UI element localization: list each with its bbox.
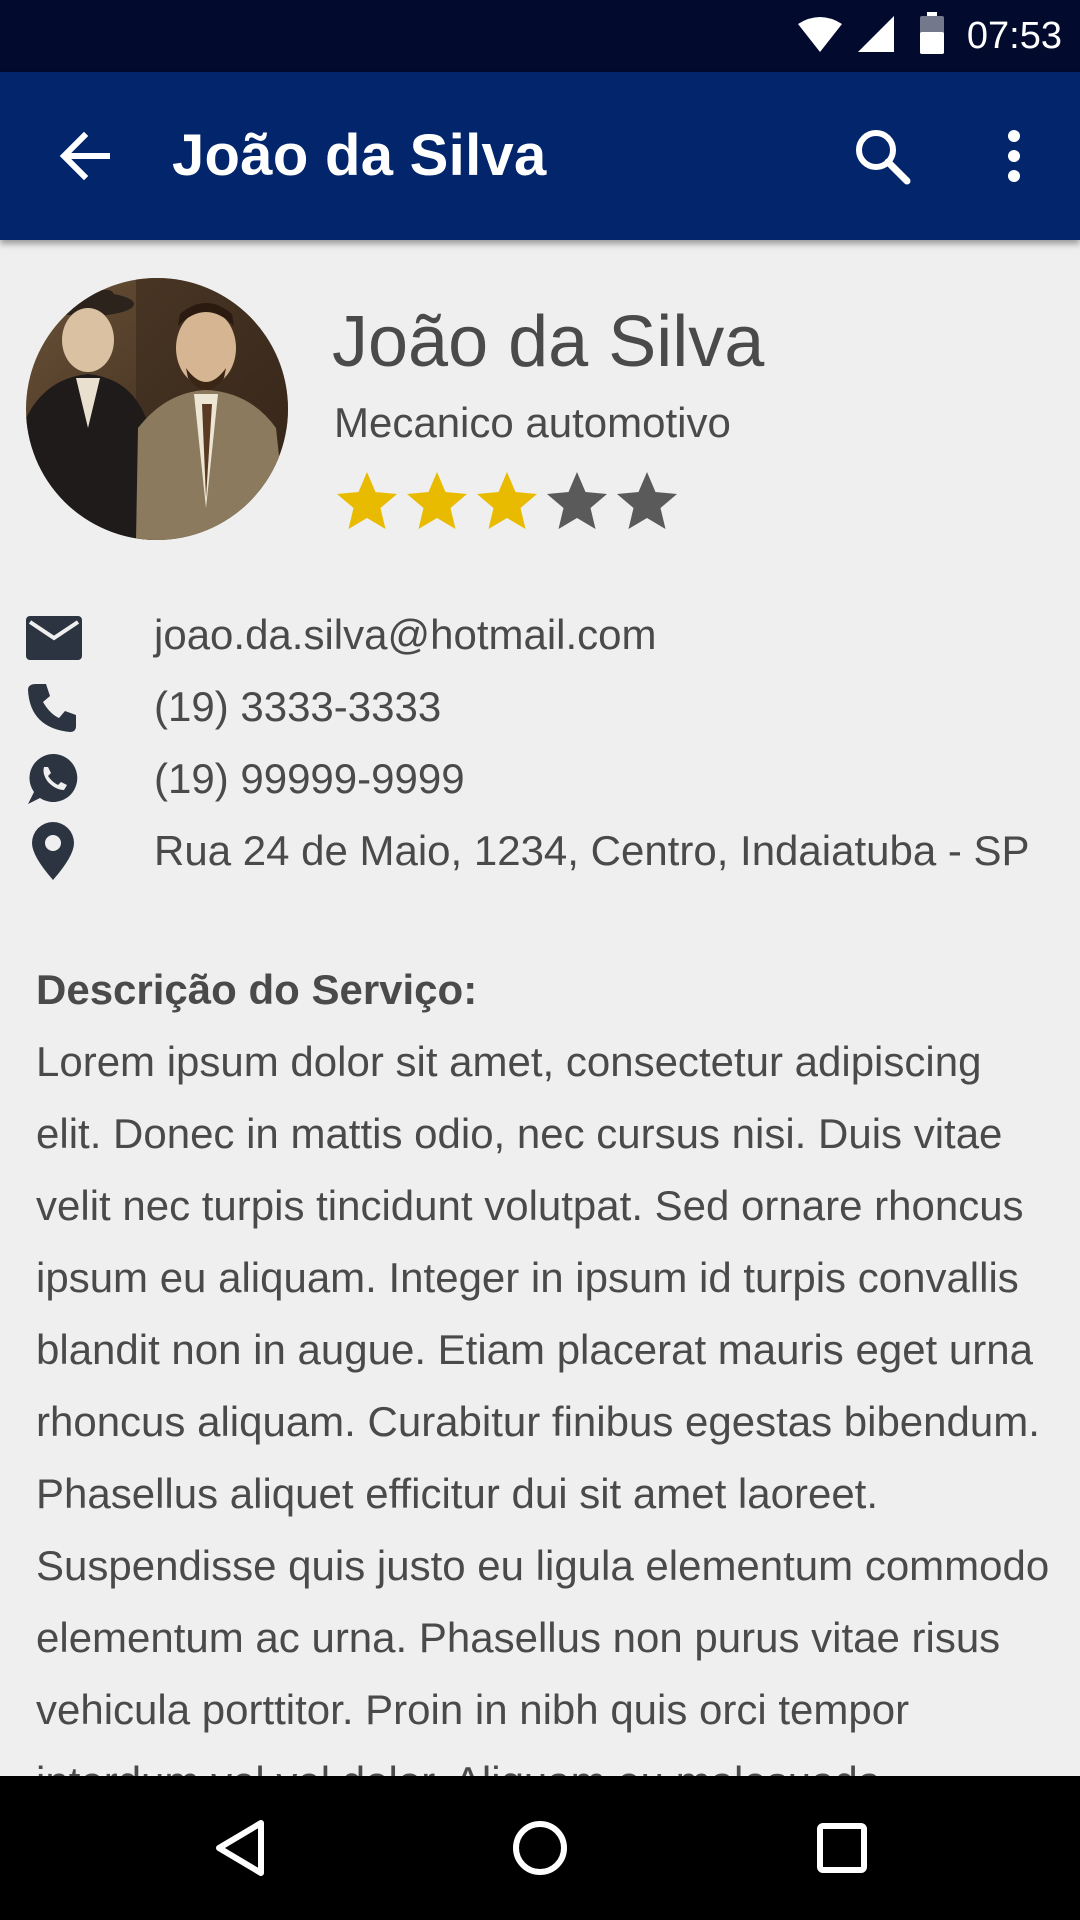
contact-email-row[interactable]: joao.da.silva@hotmail.com <box>0 600 1080 672</box>
profile-content[interactable]: João da Silva Mecanico automotivo joao.d… <box>0 240 1080 1776</box>
contact-phone-row[interactable]: (19) 3333-3333 <box>0 672 1080 744</box>
system-nav-bar <box>0 1776 1080 1920</box>
email-icon <box>26 616 82 660</box>
star-empty-icon <box>547 472 607 529</box>
recents-square-icon <box>817 1823 867 1873</box>
contact-email[interactable]: joao.da.silva@hotmail.com <box>154 610 657 660</box>
status-time: 07:53 <box>966 15 1062 57</box>
nav-recents-button[interactable] <box>752 1776 932 1920</box>
nav-home-button[interactable] <box>450 1776 630 1920</box>
star-empty-icon <box>617 472 677 529</box>
description-body: Lorem ipsum dolor sit amet, consectetur … <box>36 1038 1050 1776</box>
signal-icon <box>858 16 894 52</box>
avatar <box>26 278 288 540</box>
description-title: Descrição do Serviço: <box>36 966 478 1013</box>
contact-address-row[interactable]: Rua 24 de Maio, 1234, Centro, Indaiatuba… <box>0 816 1080 888</box>
contact-address[interactable]: Rua 24 de Maio, 1234, Centro, Indaiatuba… <box>154 826 1030 876</box>
location-pin-icon <box>32 822 74 880</box>
contact-whatsapp-row[interactable]: (19) 99999-9999 <box>0 744 1080 816</box>
star-filled-icon <box>477 472 537 529</box>
search-button[interactable] <box>838 112 926 200</box>
whatsapp-icon <box>28 753 78 804</box>
app-bar: João da Silva <box>0 72 1080 240</box>
status-bar: 07:53 <box>0 0 1080 72</box>
arrow-back-icon <box>59 132 110 180</box>
profile-occupation: Mecanico automotivo <box>334 399 731 446</box>
back-triangle-icon <box>216 1820 264 1876</box>
nav-back-button[interactable] <box>150 1776 330 1920</box>
more-vert-icon <box>1008 130 1020 182</box>
battery-icon <box>920 12 944 54</box>
home-circle-icon <box>513 1821 567 1875</box>
rating-stars <box>332 466 682 536</box>
service-description: Descrição do Serviço: Lorem ipsum dolor … <box>36 954 1056 1776</box>
star-filled-icon <box>407 472 467 529</box>
overflow-menu-button[interactable] <box>974 112 1054 200</box>
wifi-icon <box>798 17 842 52</box>
search-icon <box>856 130 911 185</box>
back-button[interactable] <box>44 116 124 196</box>
contact-whatsapp[interactable]: (19) 99999-9999 <box>154 754 465 804</box>
phone-icon <box>28 684 76 732</box>
avatar-photo <box>26 278 288 540</box>
star-filled-icon <box>337 472 397 529</box>
page-title: João da Silva <box>172 123 547 188</box>
profile-name: João da Silva <box>332 302 765 382</box>
contact-phone[interactable]: (19) 3333-3333 <box>154 682 441 732</box>
